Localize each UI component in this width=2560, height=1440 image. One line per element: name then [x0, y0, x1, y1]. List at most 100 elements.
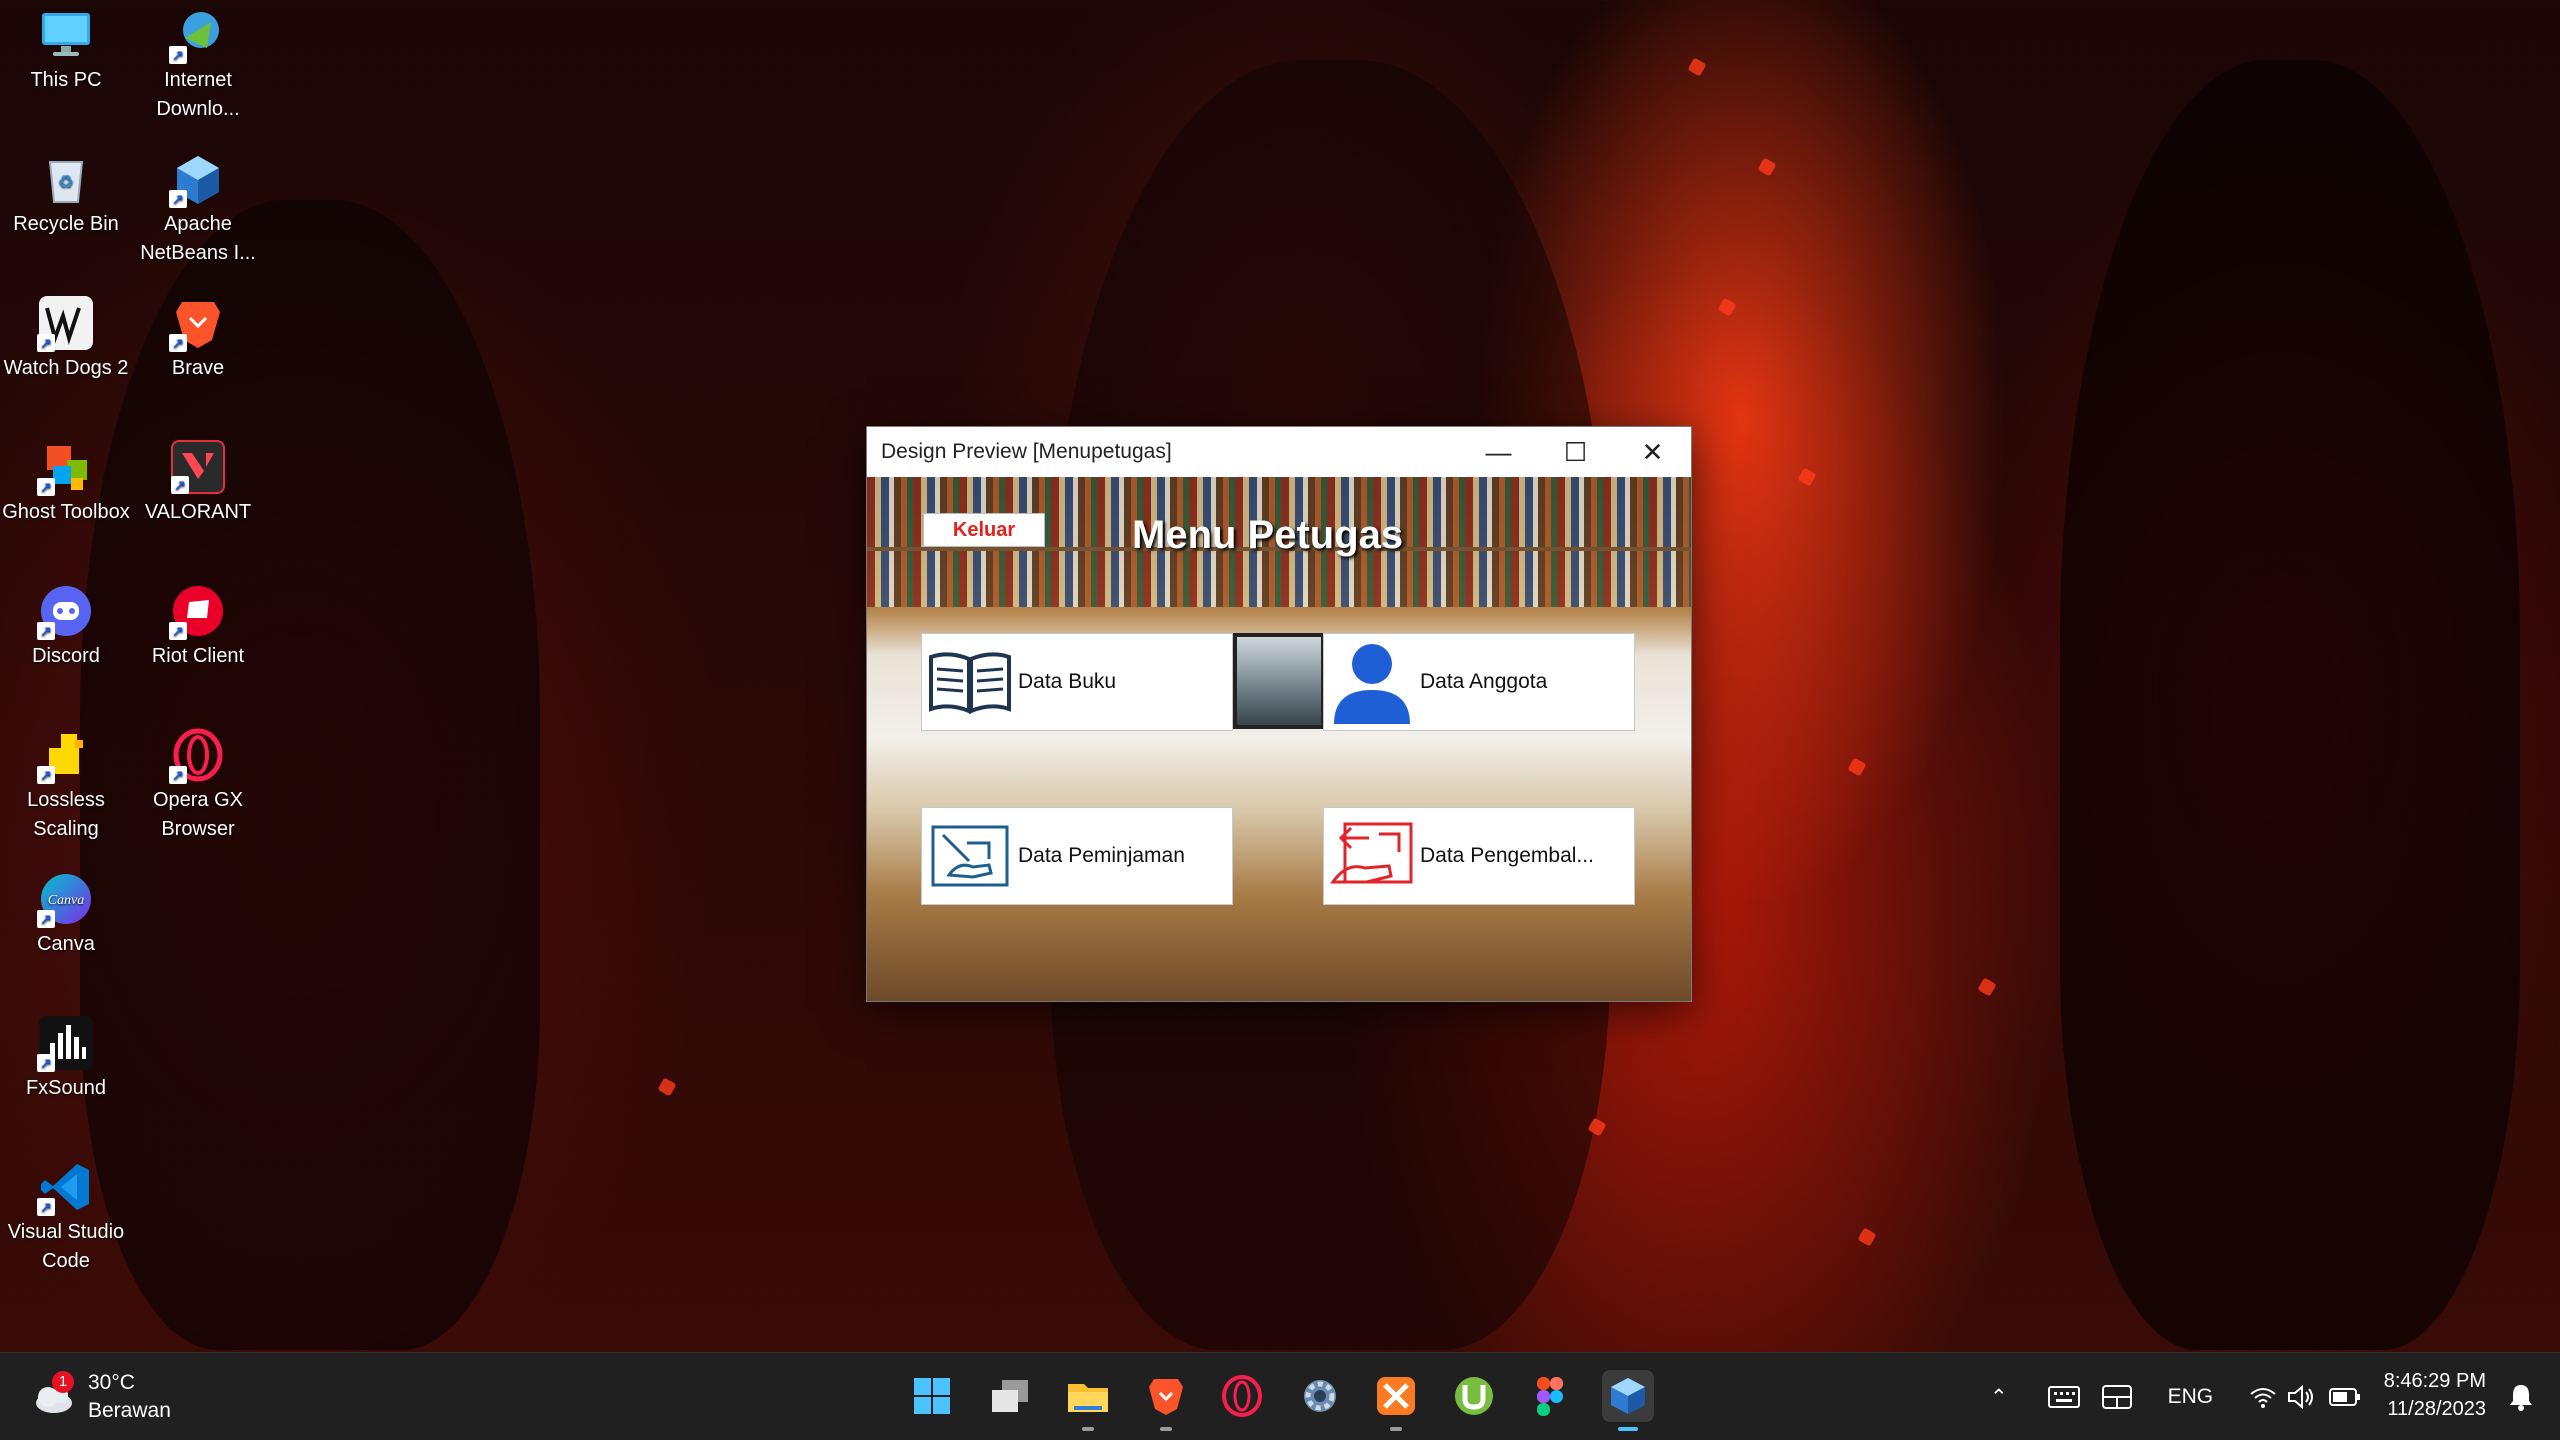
data-buku-label: Data Buku — [1018, 670, 1117, 693]
desktop-icon-label: Lossless Scaling — [27, 789, 105, 840]
figma-icon — [1537, 1377, 1563, 1416]
data-peminjaman-button[interactable]: Data Peminjaman — [921, 807, 1233, 905]
desktop-icon-ghost-toolbox[interactable]: ↗ Ghost Toolbox — [0, 440, 132, 527]
lossless-scaling-icon: ↗ — [37, 728, 93, 784]
desktop-icon-lossless-scaling[interactable]: ↗ Lossless Scaling — [0, 728, 132, 844]
desktop-icon-recycle-bin[interactable]: ♻ Recycle Bin — [0, 152, 132, 239]
maximize-button[interactable]: ☐ — [1537, 427, 1614, 477]
data-pengembalian-label: Data Pengembal... — [1420, 844, 1594, 867]
desktop-icon-label: Riot Client — [151, 645, 245, 667]
data-pengembalian-button[interactable]: Data Pengembal... — [1323, 807, 1635, 905]
monitor-icon — [39, 8, 93, 62]
notification-bell-icon[interactable] — [2508, 1383, 2534, 1416]
bookshelf-background — [867, 551, 1691, 607]
start-icon — [914, 1378, 950, 1414]
desktop-icon-label: Discord — [32, 645, 100, 667]
weather-description: Berawan — [88, 1399, 171, 1422]
svg-text:♻: ♻ — [58, 172, 74, 192]
taskbar-settings[interactable] — [1294, 1370, 1346, 1422]
desktop-icon-internet-download-manager[interactable]: ↗ Internet Downlo... — [132, 8, 264, 124]
netbeans-icon: ↗ — [169, 152, 225, 208]
fxsound-icon: ↗ — [37, 1016, 93, 1072]
weather-widget[interactable]: 1 30°C Berawan — [30, 1369, 171, 1425]
vscode-icon: ↗ — [37, 1160, 93, 1216]
svg-text:Canva: Canva — [48, 893, 85, 908]
wallpaper-ember — [1847, 757, 1867, 777]
desktop-icon-label: FxSound — [25, 1077, 107, 1099]
wifi-icon[interactable] — [2249, 1386, 2277, 1408]
settings-icon — [1304, 1380, 1336, 1412]
desktop-icon-label: VALORANT — [144, 501, 252, 523]
minimize-button[interactable]: — — [1460, 427, 1537, 477]
desktop-icon-this-pc[interactable]: This PC — [0, 8, 132, 95]
data-buku-button[interactable]: Data Buku — [921, 633, 1233, 731]
desktop-icon-label: Canva — [37, 933, 95, 955]
task-view-icon — [992, 1380, 1028, 1412]
desktop-icon-label: Ghost Toolbox — [2, 501, 130, 523]
desktop-icon-valorant[interactable]: ↗ VALORANT — [132, 440, 264, 527]
desktop-icon-vscode[interactable]: ↗ Visual Studio Code — [0, 1160, 132, 1276]
desktop-icon-label: Watch Dogs 2 — [3, 357, 129, 379]
weather-temperature: 30°C — [88, 1371, 135, 1394]
desktop-icon-fxsound[interactable]: ↗ FxSound — [0, 1016, 132, 1103]
data-anggota-button[interactable]: Data Anggota — [1323, 633, 1635, 731]
opera-gx-icon: ↗ — [169, 728, 225, 784]
file-explorer-icon — [1068, 1384, 1108, 1412]
clock-date: 11/28/2023 — [2387, 1398, 2486, 1420]
wallpaper-samurai-right — [2060, 60, 2520, 1350]
data-peminjaman-label: Data Peminjaman — [1018, 844, 1185, 867]
taskbar-utorrent[interactable] — [1448, 1370, 1500, 1422]
desktop-icon-label: Brave — [171, 357, 225, 379]
desktop-icon-label: Apache NetBeans I... — [140, 213, 256, 264]
borrow-hand-icon — [922, 821, 1018, 891]
xampp-icon — [1377, 1377, 1415, 1415]
battery-icon[interactable] — [2329, 1387, 2361, 1407]
tablet-mode-icon[interactable] — [2101, 1385, 2132, 1409]
menu-petugas-panel: Keluar Menu Petugas Data Buku Data Anggo… — [867, 477, 1691, 1001]
taskbar-start-button[interactable] — [906, 1370, 958, 1422]
design-preview-window: Design Preview [Menupetugas] — ☐ ✕ Kelua… — [866, 426, 1692, 1002]
return-hand-icon — [1324, 818, 1420, 894]
taskbar-clock[interactable]: 8:46:29 PM 11/28/2023 — [2384, 1367, 2486, 1423]
taskbar-task-view[interactable] — [984, 1370, 1036, 1422]
brave-icon: ↗ — [169, 296, 225, 352]
taskbar-figma[interactable] — [1524, 1370, 1576, 1422]
chevron-up-icon[interactable]: ⌃ — [1990, 1385, 2008, 1410]
internet-download-manager-icon: ↗ — [169, 8, 225, 64]
desktop-icon-discord[interactable]: ↗ Discord — [0, 584, 132, 671]
close-button[interactable]: ✕ — [1614, 427, 1691, 477]
background-monitor-image — [1233, 633, 1325, 729]
system-tray: ⌃ ENG — [1990, 1353, 2361, 1440]
desktop-icon-opera-gx[interactable]: ↗ Opera GX Browser — [132, 728, 264, 844]
desktop-icon-watch-dogs[interactable]: ↗ Watch Dogs 2 — [0, 296, 132, 383]
wallpaper-ember — [1687, 57, 1707, 77]
taskbar-xampp[interactable] — [1370, 1370, 1422, 1431]
taskbar-brave[interactable] — [1140, 1370, 1192, 1431]
desktop-icon-brave[interactable]: ↗ Brave — [132, 296, 264, 383]
taskbar-file-explorer[interactable] — [1062, 1370, 1114, 1431]
desktop-icon-netbeans[interactable]: ↗ Apache NetBeans I... — [132, 152, 264, 268]
riot-client-icon: ↗ — [169, 584, 225, 640]
desktop-icon-canva[interactable]: Canva ↗ Canva — [0, 872, 132, 959]
keluar-button[interactable]: Keluar — [923, 513, 1045, 547]
wallpaper-ember — [1717, 297, 1737, 317]
menu-title: Menu Petugas — [1132, 513, 1404, 557]
volume-icon[interactable] — [2287, 1385, 2315, 1409]
netbeans-icon — [1611, 1378, 1645, 1414]
wallpaper-ember — [657, 1077, 677, 1097]
window-title: Design Preview [Menupetugas] — [881, 440, 1172, 463]
desktop-icon-label: Visual Studio Code — [7, 1221, 125, 1272]
taskbar-netbeans[interactable] — [1602, 1370, 1654, 1431]
desktop-icon-label: This PC — [30, 69, 102, 91]
desktop-icon-riot-client[interactable]: ↗ Riot Client — [132, 584, 264, 671]
taskbar-opera[interactable] — [1216, 1370, 1268, 1422]
keyboard-icon[interactable] — [2047, 1386, 2080, 1408]
watch-dogs-icon: ↗ — [37, 296, 93, 352]
recycle-bin-icon: ♻ — [39, 152, 93, 206]
language-indicator[interactable]: ENG — [2168, 1385, 2214, 1409]
valorant-icon: ↗ — [171, 440, 225, 494]
window-titlebar[interactable]: Design Preview [Menupetugas] — ☐ ✕ — [867, 427, 1691, 477]
clock-time: 8:46:29 PM — [2383, 1370, 2486, 1392]
data-anggota-label: Data Anggota — [1420, 670, 1548, 693]
wallpaper-ember — [1757, 157, 1777, 177]
